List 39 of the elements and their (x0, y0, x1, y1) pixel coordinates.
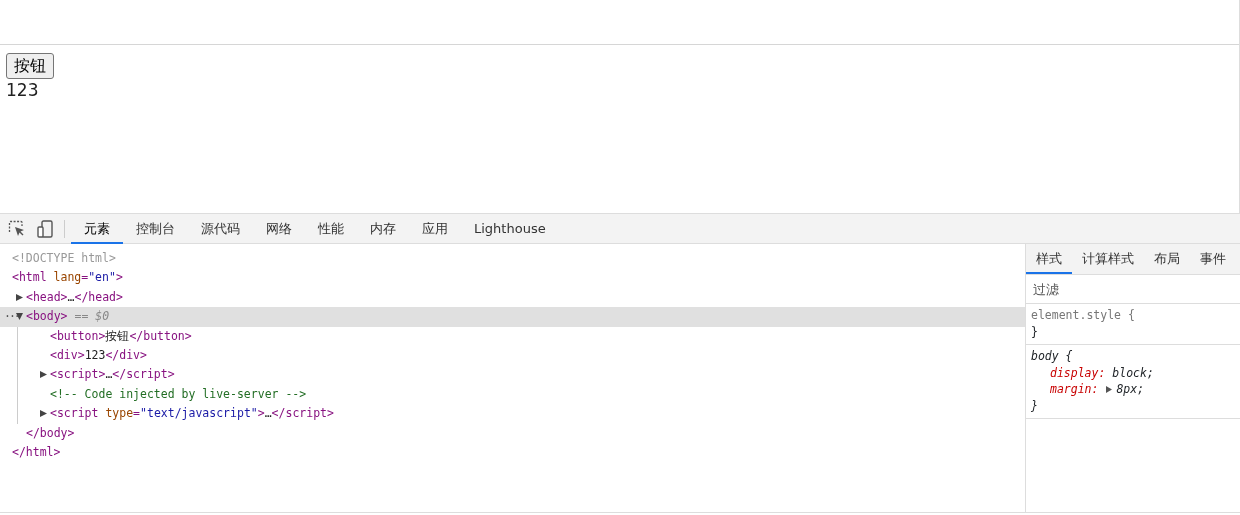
triangle-icon[interactable] (16, 313, 23, 321)
code-line[interactable]: </html> (12, 444, 61, 459)
code-line[interactable]: <head>…</head> (26, 289, 123, 304)
closing-brace: } (1031, 398, 1038, 413)
devtools-tab[interactable]: 元素 (71, 213, 123, 244)
devtools-tab[interactable]: 网络 (253, 213, 305, 244)
css-value: block; (1112, 365, 1154, 380)
code-line[interactable]: <html lang="en"> (12, 270, 123, 285)
css-selector: body { (1031, 349, 1073, 363)
triangle-icon[interactable] (40, 371, 47, 379)
code-line[interactable]: <script type="text/javascript">…</script> (50, 406, 334, 421)
css-value: 8px; (1116, 382, 1145, 396)
code-line[interactable]: <body> == $0 (26, 309, 110, 324)
code-line[interactable]: <button>按钮</button> (50, 328, 192, 343)
css-selector: element.style { (1031, 308, 1135, 322)
page-text: 123 (6, 79, 40, 101)
triangle-icon[interactable] (16, 293, 23, 301)
device-icon[interactable] (37, 219, 54, 238)
styles-tab[interactable]: 布局 (1144, 244, 1190, 274)
devtools-tab[interactable]: 源代码 (188, 213, 253, 244)
styles-tab[interactable]: 计算样式 (1072, 244, 1144, 274)
devtools-tab[interactable]: Lighthouse (461, 213, 559, 244)
css-property: display: (1050, 365, 1106, 380)
devtools-tab[interactable]: 内存 (357, 213, 409, 244)
triangle-icon[interactable] (40, 410, 47, 418)
devtools-tab[interactable]: 性能 (305, 213, 357, 244)
closing-brace: } (1031, 324, 1038, 339)
devtools-tab[interactable]: 应用 (409, 213, 461, 244)
css-property: margin: (1050, 382, 1099, 396)
devtools-tab[interactable]: 控制台 (123, 213, 188, 244)
triangle-icon[interactable] (1106, 386, 1113, 393)
inspect-icon[interactable] (8, 220, 25, 237)
code-line[interactable]: <script>…</script> (50, 367, 175, 382)
more-icon[interactable]: ··· (4, 307, 16, 327)
page-button[interactable]: 按钮 (6, 53, 54, 79)
code-line[interactable]: </body> (26, 425, 75, 440)
styles-tab[interactable]: 事件 (1190, 244, 1236, 274)
code-line[interactable]: <!-- Code injected by live-server --> (50, 386, 307, 401)
code-line[interactable]: <div>123</div> (50, 347, 147, 362)
